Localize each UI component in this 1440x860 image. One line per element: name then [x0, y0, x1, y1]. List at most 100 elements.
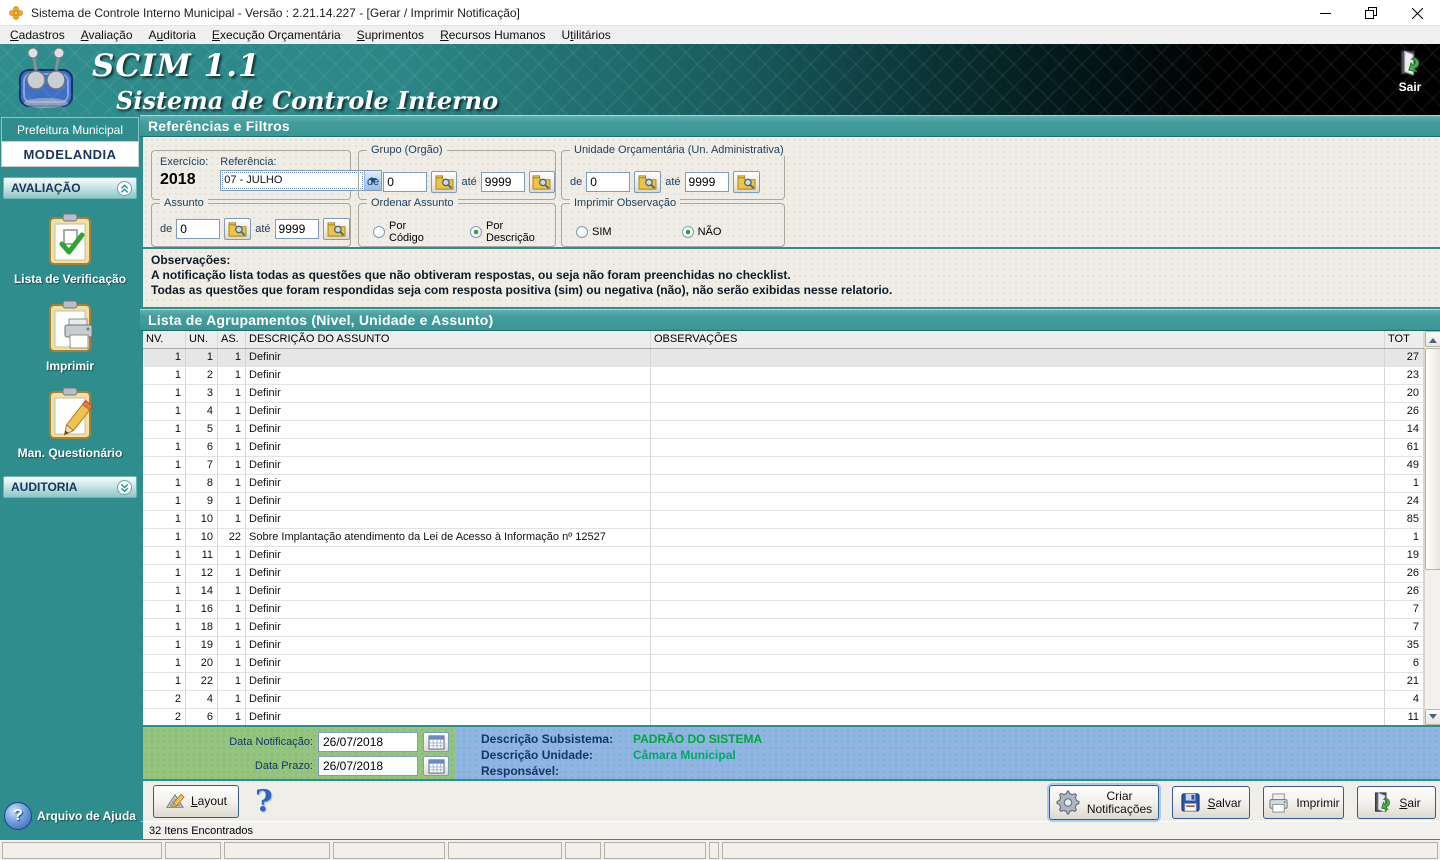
scroll-up-arrow[interactable] [1425, 331, 1440, 347]
help-question-icon[interactable]: ? [255, 784, 273, 819]
radio-icon [576, 226, 588, 238]
vertical-scrollbar[interactable] [1424, 331, 1440, 725]
subsistema-value: PADRÃO DO SISTEMA [633, 731, 762, 747]
assunto-ate-input[interactable] [275, 219, 319, 239]
help-file-link[interactable]: ? Arquivo de Ajuda [0, 802, 140, 830]
radio-option[interactable]: SIM [576, 226, 612, 238]
menu-item[interactable]: Suprimentos [349, 28, 432, 42]
radio-icon [682, 226, 694, 238]
unidade-de-input[interactable] [586, 172, 630, 192]
grupo-ate-input[interactable] [481, 172, 525, 192]
list-section-header: Lista de Agrupamentos (Nivel, Unidade e … [140, 309, 1440, 331]
notification-panel: Data Notificação: Data Prazo: [140, 725, 1440, 779]
grupo-ate-lookup-button[interactable] [529, 171, 555, 193]
table-row[interactable]: 2 6 1 Definir 11 [143, 709, 1424, 725]
table-row[interactable]: 1 4 1 Definir 26 [143, 403, 1424, 421]
menu-item[interactable]: Utilitários [553, 28, 618, 42]
sair-button[interactable]: Sair [1357, 786, 1436, 819]
unidade-ate-lookup-button[interactable] [733, 171, 760, 193]
col-tot[interactable]: TOT [1385, 331, 1424, 348]
expand-icon[interactable] [117, 480, 132, 495]
table-row[interactable]: 1 10 22 Sobre Implantação atendimento da… [143, 529, 1424, 547]
data-notificacao-input[interactable] [318, 732, 418, 752]
table-row[interactable]: 1 6 1 Definir 61 [143, 439, 1424, 457]
sidebar-tab-prefeitura[interactable]: Prefeitura Municipal [1, 117, 139, 141]
window-title: Sistema de Controle Interno Municipal - … [31, 6, 520, 20]
table-row[interactable]: 1 2 1 Definir 23 [143, 367, 1424, 385]
unidade-label: Descrição Unidade: [481, 747, 633, 763]
radio-option[interactable]: Por Código [373, 220, 444, 244]
banner-exit-button[interactable]: Sair [1388, 50, 1432, 94]
assunto-ate-lookup-button[interactable] [323, 218, 350, 240]
data-prazo-calendar-button[interactable] [423, 756, 449, 776]
table-row[interactable]: 1 7 1 Definir 49 [143, 457, 1424, 475]
data-notificacao-calendar-button[interactable] [423, 732, 449, 752]
table-row[interactable]: 1 20 1 Definir 6 [143, 655, 1424, 673]
col-obs[interactable]: OBSERVAÇÕES [651, 331, 1385, 348]
grupo-de-lookup-button[interactable] [431, 171, 457, 193]
menu-item[interactable]: Recursos Humanos [432, 28, 553, 42]
status-cell [2, 842, 162, 859]
unidade-ate-input[interactable] [685, 172, 729, 192]
table-row[interactable]: 1 8 1 Definir 1 [143, 475, 1424, 493]
app-window: Sistema de Controle Interno Municipal - … [0, 0, 1440, 860]
menu-item[interactable]: Auditoria [141, 28, 204, 42]
menu-item[interactable]: Execução Orçamentária [204, 28, 349, 42]
grupo-de-input[interactable] [383, 172, 427, 192]
restore-button[interactable] [1348, 0, 1394, 26]
scroll-down-arrow[interactable] [1425, 709, 1440, 725]
radio-icon [470, 226, 482, 238]
table-row[interactable]: 1 12 1 Definir 26 [143, 565, 1424, 583]
criar-notificacoes-button[interactable]: CriarNotificações [1049, 785, 1159, 820]
sidebar-section-avaliacao[interactable]: AVALIAÇÃO [3, 177, 137, 199]
col-as[interactable]: AS. [218, 331, 246, 348]
radio-icon [373, 226, 385, 238]
status-cell [165, 842, 221, 859]
radio-option[interactable]: NÃO [682, 226, 722, 238]
layout-icon [165, 792, 185, 810]
table-row[interactable]: 1 1 1 Definir 27 [143, 349, 1424, 367]
col-un[interactable]: UN. [186, 331, 218, 348]
table-row[interactable]: 1 10 1 Definir 85 [143, 511, 1424, 529]
agrupamentos-grid: NV. UN. AS. DESCRIÇÃO DO ASSUNTO OBSERVA… [140, 331, 1440, 725]
status-cell [565, 842, 601, 859]
assunto-de-input[interactable] [176, 219, 220, 239]
sidebar-section-auditoria[interactable]: AUDITORIA [3, 476, 137, 498]
layout-button[interactable]: Layout [153, 785, 239, 818]
sidebar-item-man-questionario[interactable]: Man. Questionário [0, 385, 140, 460]
close-button[interactable] [1394, 0, 1440, 26]
printer-icon [1267, 792, 1290, 813]
table-row[interactable]: 1 11 1 Definir 19 [143, 547, 1424, 565]
menu-item[interactable]: Avaliação [73, 28, 141, 42]
table-row[interactable]: 1 9 1 Definir 24 [143, 493, 1424, 511]
sidebar-item-imprimir[interactable]: Imprimir [0, 298, 140, 373]
radio-option[interactable]: Por Descrição [470, 220, 555, 244]
table-row[interactable]: 1 3 1 Definir 20 [143, 385, 1424, 403]
table-row[interactable]: 1 5 1 Definir 14 [143, 421, 1424, 439]
imprimir-obs-groupbox: Imprimir Observação SIMNÃO [561, 203, 785, 247]
table-row[interactable]: 2 4 1 Definir 4 [143, 691, 1424, 709]
minimize-button[interactable] [1302, 0, 1348, 26]
banner: SCIM 1.1 Sistema de Controle Interno Sai… [0, 44, 1440, 115]
table-row[interactable]: 1 22 1 Definir 21 [143, 673, 1424, 691]
table-row[interactable]: 1 16 1 Definir 7 [143, 601, 1424, 619]
exit-door-icon [1372, 792, 1393, 813]
table-row[interactable]: 1 19 1 Definir 35 [143, 637, 1424, 655]
table-row[interactable]: 1 18 1 Definir 7 [143, 619, 1424, 637]
banner-subtitle: Sistema de Controle Interno [116, 86, 498, 115]
unidade-de-lookup-button[interactable] [634, 171, 661, 193]
data-prazo-input[interactable] [318, 756, 418, 776]
table-row[interactable]: 1 14 1 Definir 26 [143, 583, 1424, 601]
menu-item[interactable]: Cadastros [2, 28, 73, 42]
scroll-thumb[interactable] [1425, 348, 1440, 570]
col-nv[interactable]: NV. [143, 331, 186, 348]
save-icon [1180, 792, 1201, 813]
sidebar: Prefeitura Municipal MODELANDIA AVALIAÇÃ… [0, 115, 140, 840]
sidebar-item-lista-verificacao[interactable]: Lista de Verificação [0, 211, 140, 286]
collapse-icon[interactable] [117, 181, 132, 196]
salvar-button[interactable]: Salvar [1172, 786, 1250, 819]
menu-bar: CadastrosAvaliaçãoAuditoriaExecução Orça… [0, 26, 1440, 44]
imprimir-button[interactable]: Imprimir [1263, 786, 1344, 819]
col-desc[interactable]: DESCRIÇÃO DO ASSUNTO [246, 331, 651, 348]
assunto-de-lookup-button[interactable] [224, 218, 251, 240]
